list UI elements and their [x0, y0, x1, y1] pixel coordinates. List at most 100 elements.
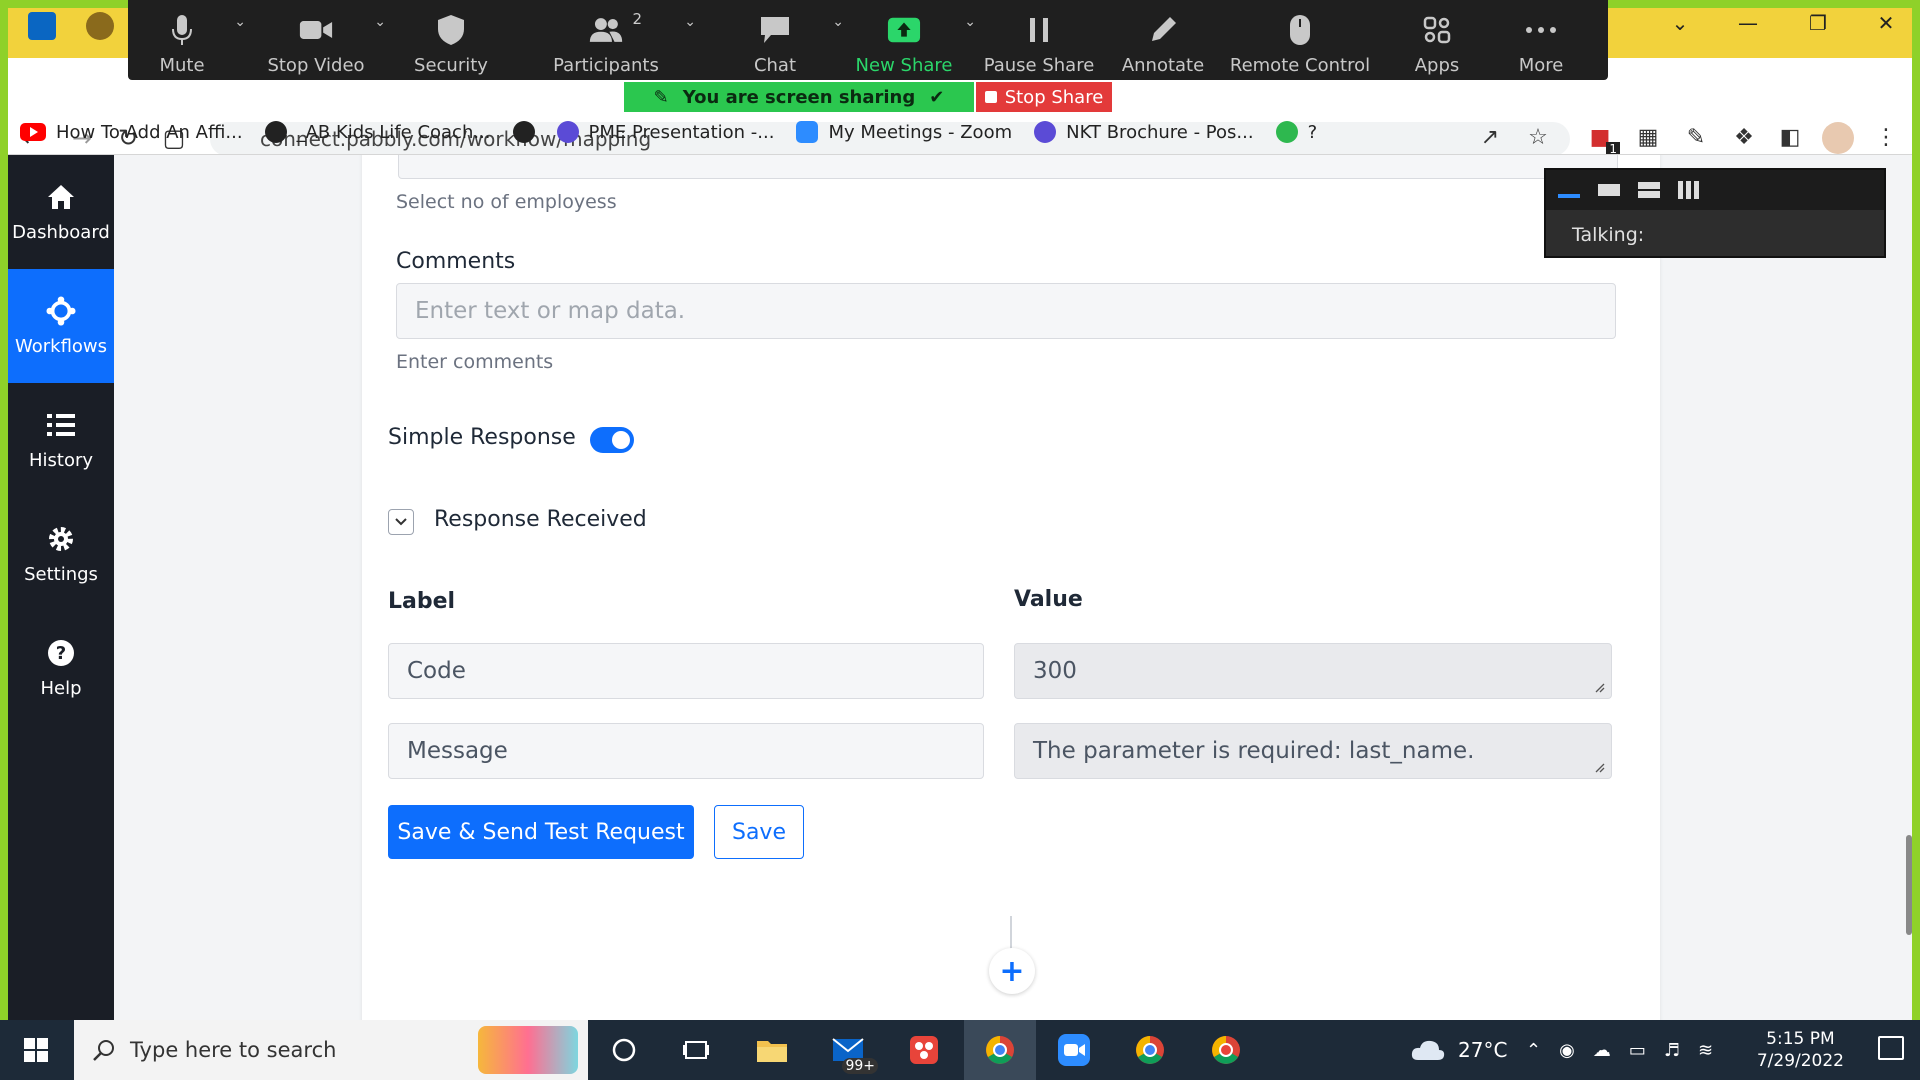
zoom-video-panel[interactable]: Talking:: [1544, 168, 1886, 258]
chrome-taskbar-icon[interactable]: [964, 1020, 1036, 1080]
fiverr-icon: [1275, 121, 1298, 143]
bookmark-item[interactable]: ?: [1275, 121, 1317, 143]
chrome-profile-icon[interactable]: [1130, 1030, 1170, 1070]
zoom-more-button[interactable]: More: [1486, 0, 1596, 80]
wifi-icon[interactable]: ≋: [1698, 1040, 1713, 1061]
taskbar-search-input[interactable]: Type here to search: [74, 1020, 588, 1080]
resize-handle-icon[interactable]: [1593, 681, 1605, 693]
add-step-button[interactable]: +: [989, 948, 1035, 994]
bookmarks-bar: How To Add An Affi... _AB Kids Life Coac…: [0, 110, 1920, 154]
main-content: 1-20 Select no of employess Comments Ent…: [114, 155, 1912, 1020]
tab-favicon-icon[interactable]: [86, 12, 114, 40]
file-explorer-icon[interactable]: [752, 1030, 792, 1070]
office-app-icon[interactable]: [904, 1030, 944, 1070]
employees-select[interactable]: 1-20: [398, 155, 1618, 179]
bookmark-item[interactable]: How To Add An Affi...: [20, 122, 243, 143]
linkedin-tab-icon[interactable]: [28, 12, 56, 40]
response-label-input[interactable]: Code: [388, 643, 984, 699]
weather-widget[interactable]: 27°C: [1410, 1020, 1507, 1080]
tab-search-chevron-icon[interactable]: ⌄: [1660, 8, 1700, 38]
response-value-textarea[interactable]: 300: [1014, 643, 1612, 699]
sidebar-item-help[interactable]: ? Help: [8, 611, 114, 725]
task-view-icon[interactable]: [676, 1030, 716, 1070]
cortana-icon[interactable]: [604, 1030, 644, 1070]
minimize-icon[interactable]: —: [1728, 8, 1768, 38]
pin-icon: ✎: [653, 86, 669, 108]
meet-now-icon[interactable]: ◉: [1559, 1040, 1575, 1061]
sidebar-item-dashboard[interactable]: Dashboard: [8, 155, 114, 269]
close-icon[interactable]: ✕: [1866, 8, 1906, 38]
zoom-new-share-button[interactable]: New Share ⌄: [844, 0, 976, 80]
battery-icon[interactable]: ▭: [1629, 1040, 1646, 1061]
zoom-chat-button[interactable]: Chat ⌄: [706, 0, 844, 80]
video-view-switcher: [1546, 170, 1884, 210]
label-column-header: Label: [388, 589, 456, 614]
comments-input[interactable]: Enter text or map data.: [396, 283, 1616, 339]
zoom-stop-video-button[interactable]: Stop Video ⌄: [236, 0, 396, 80]
save-and-send-test-request-button[interactable]: Save & Send Test Request: [388, 805, 694, 859]
bookmark-item[interactable]: PME Presentation -...: [556, 121, 774, 143]
chevron-down-icon[interactable]: ⌄: [684, 14, 696, 30]
canva-icon: [1034, 121, 1057, 143]
speaker-view-icon[interactable]: [1638, 182, 1660, 198]
zoom-meeting-toolbar: Mute ⌄ Stop Video ⌄ Security Participant…: [128, 0, 1608, 80]
resize-handle-icon[interactable]: [1593, 761, 1605, 773]
bookmark-item[interactable]: [512, 121, 535, 143]
shield-check-icon: ✔: [929, 86, 945, 108]
chevron-up-icon[interactable]: ⌃: [1526, 1040, 1541, 1061]
bookmark-item[interactable]: _AB Kids Life Coach...: [264, 121, 491, 143]
sidebar-item-settings[interactable]: Settings: [8, 497, 114, 611]
zoom-mute-button[interactable]: Mute ⌄: [128, 0, 246, 80]
sidebar-item-history[interactable]: History: [8, 383, 114, 497]
chevron-down-icon[interactable]: ⌄: [374, 14, 386, 30]
zoom-pause-share-button[interactable]: Pause Share: [964, 0, 1114, 80]
chevron-down-icon[interactable]: ⌄: [832, 14, 844, 30]
page-scrollbar[interactable]: [1906, 835, 1912, 935]
taskbar-clock[interactable]: 5:15 PM 7/29/2022: [1757, 1028, 1844, 1072]
stop-icon: [984, 91, 997, 103]
notification-center-icon[interactable]: [1878, 1036, 1904, 1060]
restore-icon[interactable]: ❐: [1798, 8, 1838, 38]
response-value-textarea[interactable]: The parameter is required: last_name.: [1014, 723, 1612, 779]
sidebar-item-workflows[interactable]: Workflows: [8, 269, 114, 383]
employees-help-text: Select no of employess: [396, 191, 617, 213]
response-label-input[interactable]: Message: [388, 723, 984, 779]
response-received-toggle[interactable]: [388, 509, 414, 535]
simple-response-toggle[interactable]: [590, 427, 634, 453]
zoom-apps-button[interactable]: Apps: [1388, 0, 1486, 80]
bookmark-item[interactable]: My Meetings - Zoom: [796, 121, 1012, 143]
save-button[interactable]: Save: [714, 805, 804, 859]
volume-icon[interactable]: ♬: [1664, 1040, 1680, 1061]
app-sidebar: Dashboard Workflows History Settings ? H…: [8, 155, 114, 1020]
onedrive-icon[interactable]: ☁: [1593, 1040, 1611, 1061]
response-received-heading: Response Received: [434, 507, 647, 532]
zoom-participants-button[interactable]: Participants 2 ⌄: [506, 0, 706, 80]
windows-taskbar: Type here to search 99+ 27°C ⌃ ◉ ☁ ▭ ♬ ≋…: [0, 1020, 1920, 1080]
microphone-icon: [165, 13, 199, 47]
single-video-icon[interactable]: [1598, 184, 1620, 196]
workflow-icon: [46, 295, 76, 326]
pause-icon: [1022, 13, 1056, 47]
list-icon: [46, 410, 76, 440]
share-screen-icon: [887, 13, 921, 47]
zoom-security-button[interactable]: Security: [396, 0, 506, 80]
screen-sharing-indicator[interactable]: ✎ You are screen sharing ✔: [624, 82, 974, 112]
zoom-taskbar-icon[interactable]: [1054, 1030, 1094, 1070]
step-connector-line: [1010, 916, 1012, 950]
minimize-video-icon[interactable]: [1558, 194, 1580, 198]
gear-icon: [46, 524, 76, 554]
mouse-icon: [1283, 13, 1317, 47]
value-column-header: Value: [1014, 587, 1083, 612]
chat-icon: [758, 13, 792, 47]
zoom-annotate-button[interactable]: Annotate: [1114, 0, 1212, 80]
zoom-remote-control-button[interactable]: Remote Control: [1212, 0, 1388, 80]
windows-logo-icon: [24, 1038, 48, 1062]
comments-label: Comments: [396, 249, 516, 274]
gallery-view-icon[interactable]: [1678, 181, 1700, 199]
bookmark-item[interactable]: NKT Brochure - Pos...: [1034, 121, 1254, 143]
mail-icon[interactable]: 99+: [828, 1030, 878, 1074]
windows-start-button[interactable]: [0, 1020, 72, 1080]
talking-label: Talking:: [1572, 224, 1645, 246]
stop-share-button[interactable]: Stop Share: [976, 82, 1112, 112]
chrome-profile-icon[interactable]: [1206, 1030, 1246, 1070]
